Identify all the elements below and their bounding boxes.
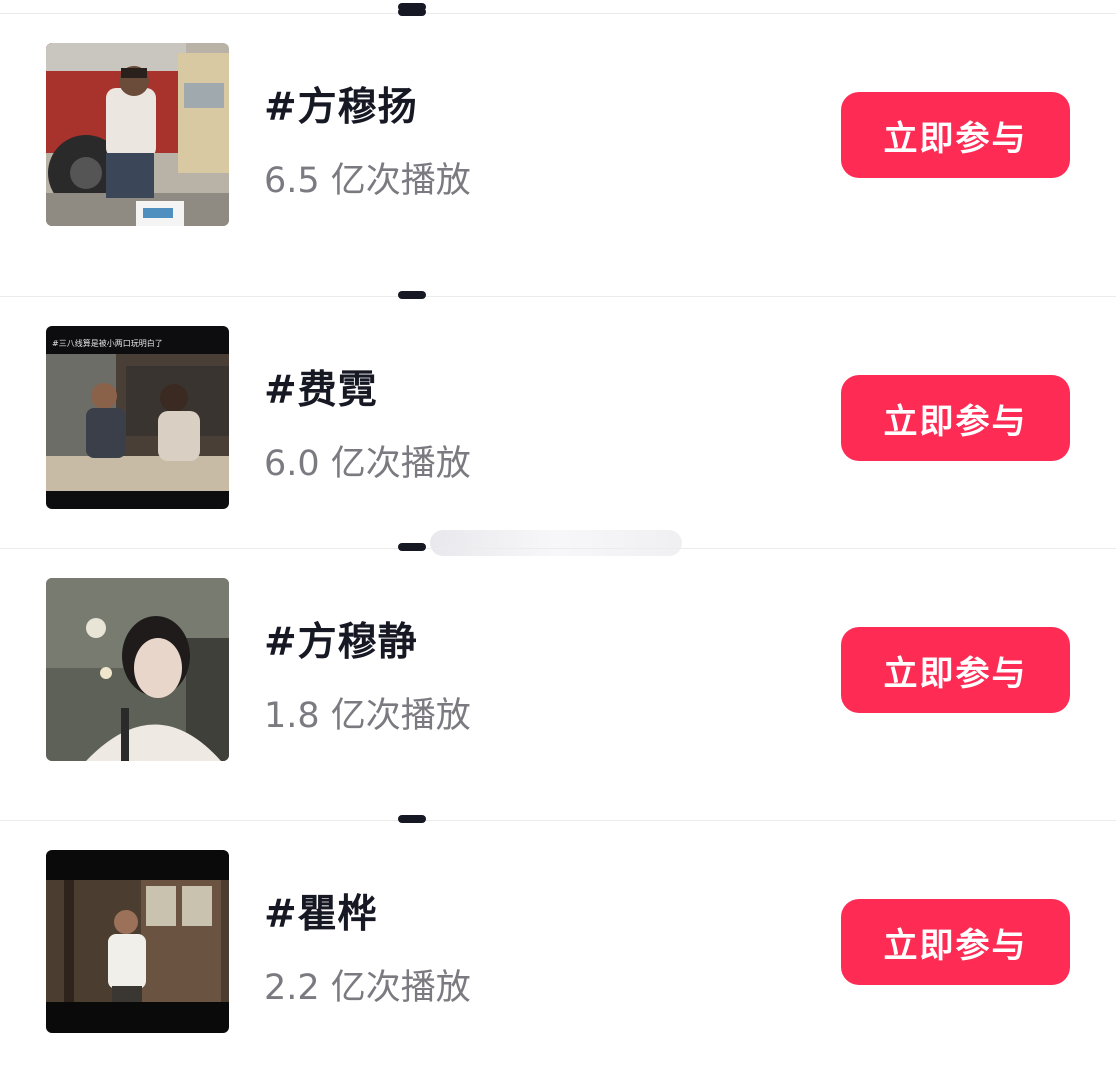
drag-handle[interactable] xyxy=(398,815,426,823)
woman-portrait-photo[interactable] xyxy=(46,578,229,761)
play-count: 2.2 亿次播放 xyxy=(264,968,471,1008)
join-button[interactable]: 立即参与 xyxy=(841,92,1070,178)
drag-handle[interactable] xyxy=(398,3,426,11)
man-sitting-by-truck-photo[interactable] xyxy=(46,43,229,226)
play-count: 1.8 亿次播放 xyxy=(264,696,471,736)
topic-title[interactable]: #费霓 xyxy=(264,359,378,415)
join-button[interactable]: 立即参与 xyxy=(841,375,1070,461)
drag-handle[interactable] xyxy=(398,543,426,551)
topic-title[interactable]: #方穆扬 xyxy=(264,76,418,132)
couple-in-room-photo[interactable]: #三八线算是被小两口玩明白了 xyxy=(46,326,229,509)
join-button[interactable]: 立即参与 xyxy=(841,627,1070,713)
thumbnail-caption: #三八线算是被小两口玩明白了 xyxy=(52,338,163,348)
topic-title[interactable]: #方穆静 xyxy=(264,611,418,667)
play-count: 6.0 亿次播放 xyxy=(264,444,471,484)
man-in-doorway-photo[interactable] xyxy=(46,850,229,1033)
join-button[interactable]: 立即参与 xyxy=(841,899,1070,985)
topic-title[interactable]: #瞿桦 xyxy=(264,883,378,939)
topic-row[interactable]: #方穆静 1.8 亿次播放 立即参与 xyxy=(0,543,1116,830)
play-count: 6.5 亿次播放 xyxy=(264,161,471,201)
topic-row[interactable]: #方穆扬 6.5 亿次播放 立即参与 xyxy=(0,8,1116,295)
drag-handle[interactable] xyxy=(398,291,426,299)
topic-list-page: #方穆扬 6.5 亿次播放 立即参与 #三八线算是被小两口玩明白了 #费霓 6.… xyxy=(0,0,1116,1080)
topic-row[interactable]: #瞿桦 2.2 亿次播放 立即参与 xyxy=(0,815,1116,1080)
